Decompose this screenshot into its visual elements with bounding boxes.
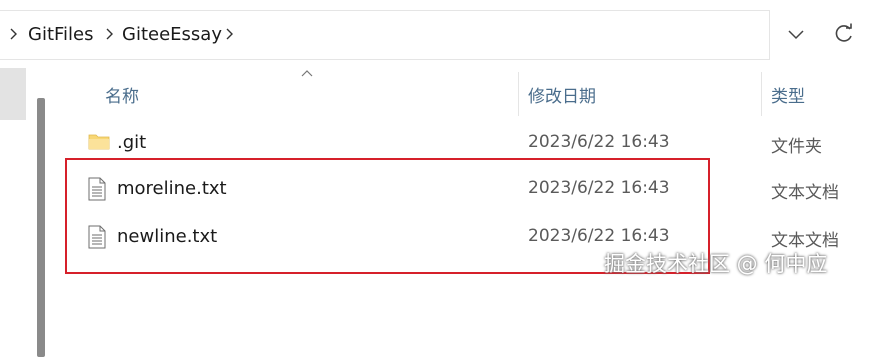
sort-ascending-icon <box>301 70 313 77</box>
history-dropdown-button[interactable] <box>780 18 812 50</box>
chevron-down-icon <box>788 30 804 40</box>
navigation-pane[interactable] <box>0 68 50 357</box>
file-name: newline.txt <box>117 226 218 247</box>
nav-scrollbar[interactable] <box>37 98 45 357</box>
file-name: moreline.txt <box>117 178 227 199</box>
breadcrumb-giteeessay[interactable]: GiteeEssay <box>122 24 222 45</box>
file-date: 2023/6/22 16:43 <box>528 132 670 152</box>
file-row-git[interactable]: .git 2023/6/22 16:43 文件夹 <box>66 121 877 165</box>
column-header-name[interactable]: 名称 <box>105 82 139 107</box>
watermark: 掘金技术社区 @ 何中应 <box>604 252 828 276</box>
nav-selected-item[interactable] <box>0 68 26 120</box>
refresh-button[interactable] <box>828 18 860 50</box>
column-divider[interactable] <box>761 72 762 116</box>
file-name: .git <box>117 132 147 153</box>
file-row-moreline[interactable]: moreline.txt 2023/6/22 16:43 文本文档 <box>66 167 877 211</box>
chevron-right-icon[interactable] <box>224 27 234 45</box>
file-date: 2023/6/22 16:43 <box>528 178 670 198</box>
text-file-icon <box>88 177 106 205</box>
address-bar[interactable]: GitFiles GiteeEssay <box>0 10 770 60</box>
refresh-icon <box>835 23 852 42</box>
chevron-right-icon[interactable] <box>104 27 114 45</box>
file-type: 文本文档 <box>771 183 839 203</box>
breadcrumb-gitfiles[interactable]: GitFiles <box>28 24 94 45</box>
column-header-type[interactable]: 类型 <box>771 82 805 107</box>
text-file-icon <box>88 225 106 253</box>
chevron-right-icon[interactable] <box>8 27 18 45</box>
folder-icon <box>88 131 110 155</box>
file-type: 文件夹 <box>771 137 822 157</box>
column-divider[interactable] <box>518 72 519 116</box>
file-date: 2023/6/22 16:43 <box>528 226 670 246</box>
column-header-date[interactable]: 修改日期 <box>528 82 596 107</box>
